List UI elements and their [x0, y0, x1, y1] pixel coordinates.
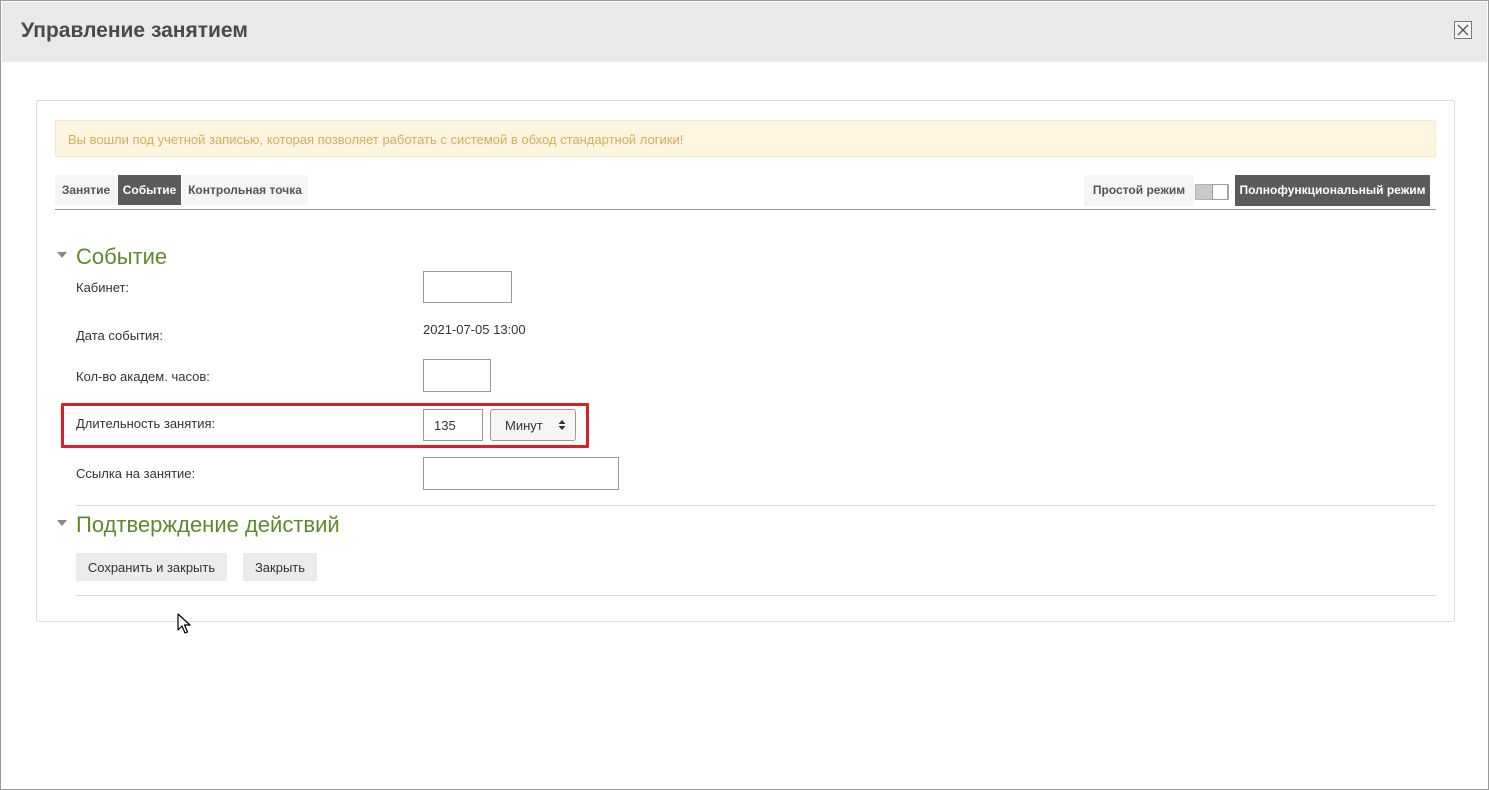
- event-section-toggle[interactable]: Событие: [56, 242, 356, 272]
- tab-event[interactable]: Событие: [118, 175, 181, 205]
- duration-unit-select[interactable]: Минут: [490, 409, 576, 441]
- modal-header: Управление занятием: [2, 2, 1487, 62]
- duration-label: Длительность занятия:: [76, 416, 216, 431]
- room-input[interactable]: [423, 271, 512, 303]
- section-divider: [76, 505, 1436, 506]
- duration-input[interactable]: [423, 409, 483, 441]
- event-date-label: Дата события:: [76, 328, 163, 343]
- event-section-title: Событие: [76, 244, 168, 269]
- academic-hours-label: Кол-во академ. часов:: [76, 369, 210, 384]
- simple-mode-button[interactable]: Простой режим: [1084, 175, 1194, 206]
- confirm-section-title: Подтверждение действий: [76, 512, 340, 537]
- tab-lesson[interactable]: Занятие: [55, 175, 117, 205]
- save-and-close-button[interactable]: Сохранить и закрыть: [76, 553, 227, 581]
- tab-checkpoint[interactable]: Контрольная точка: [182, 175, 308, 205]
- bottom-divider: [76, 595, 1436, 596]
- close-icon: [1457, 24, 1469, 36]
- warning-alert: Вы вошли под учетной записью, которая по…: [55, 120, 1436, 157]
- modal-dialog: Управление занятием Вы вошли под учетной…: [0, 0, 1489, 790]
- caret-down-icon: [57, 252, 67, 258]
- modal-title: Управление занятием: [21, 19, 248, 42]
- close-button[interactable]: [1454, 21, 1472, 39]
- mode-toggle-switch[interactable]: [1195, 184, 1229, 200]
- caret-down-icon: [57, 520, 67, 526]
- confirm-section-toggle[interactable]: Подтверждение действий: [56, 510, 396, 540]
- duration-unit-value: Минут: [505, 418, 543, 433]
- close-form-button[interactable]: Закрыть: [243, 553, 317, 581]
- tabs-row: Занятие Событие Контрольная точка Просто…: [55, 175, 1436, 210]
- lesson-link-label: Ссылка на занятие:: [76, 466, 196, 481]
- academic-hours-input[interactable]: [423, 359, 491, 392]
- room-label: Кабинет:: [76, 280, 130, 295]
- lesson-panel: Вы вошли под учетной записью, которая по…: [36, 100, 1455, 622]
- toggle-knob: [1212, 184, 1228, 200]
- full-mode-button[interactable]: Полнофункциональный режим: [1235, 175, 1430, 206]
- lesson-link-input[interactable]: [423, 457, 619, 490]
- select-arrows-icon: [558, 420, 566, 430]
- event-date-value: 2021-07-05 13:00: [423, 322, 526, 337]
